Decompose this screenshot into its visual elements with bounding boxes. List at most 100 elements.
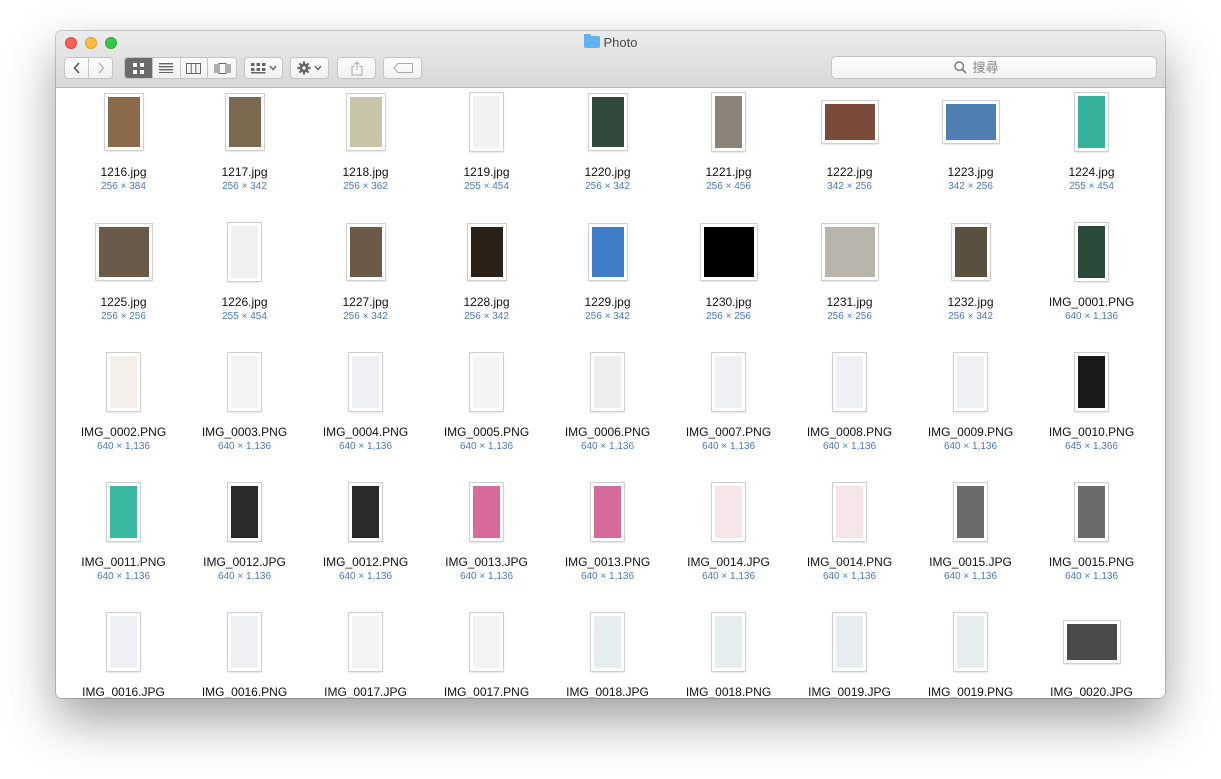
search-input[interactable] [970,59,1035,76]
file-item[interactable]: 1222.jpg 342 × 256 [789,88,910,218]
forward-button[interactable] [88,57,113,79]
file-item[interactable]: IMG_0008.PNG 640 × 1,136 [789,348,910,478]
file-dimensions: 640 × 1,136 [822,441,877,452]
file-name: IMG_0019.JPG [808,685,891,698]
thumbnail-frame [305,92,426,152]
file-thumbnail [470,483,503,541]
share-button[interactable] [337,57,376,79]
file-item[interactable]: IMG_0001.PNG 640 × 1,136 [1031,218,1152,348]
file-thumbnail [470,613,503,671]
icon-view-button[interactable] [125,58,153,78]
thumbnail-frame [910,352,1031,412]
file-thumbnail [588,224,627,280]
file-dimensions: 256 × 256 [101,311,146,322]
file-item[interactable]: 1217.jpg 256 × 342 [184,88,305,218]
file-item[interactable]: IMG_0020.JPG [1031,608,1152,698]
thumbnail-frame [547,352,668,412]
tags-button[interactable] [383,57,422,79]
thumbnail-frame [184,612,305,672]
column-view-button[interactable] [180,58,209,78]
file-item[interactable]: IMG_0013.PNG 640 × 1,136 [547,478,668,608]
file-item[interactable]: 1228.jpg 256 × 342 [426,218,547,348]
file-item[interactable]: IMG_0013.JPG 640 × 1,136 [426,478,547,608]
file-name: IMG_0016.PNG [201,685,288,698]
file-dimensions: 256 × 256 [706,311,751,322]
file-item[interactable]: 1231.jpg 256 × 256 [789,218,910,348]
file-dimensions: 640 × 1,136 [822,571,877,582]
file-item[interactable]: 1232.jpg 256 × 342 [910,218,1031,348]
file-item[interactable]: 1226.jpg 255 × 454 [184,218,305,348]
thumbnail-frame [668,612,789,672]
file-item[interactable]: IMG_0015.JPG 640 × 1,136 [910,478,1031,608]
thumbnail-frame [1031,222,1152,282]
file-item[interactable]: 1221.jpg 256 × 456 [668,88,789,218]
action-button[interactable] [290,57,329,79]
file-thumbnail [1075,353,1108,411]
file-thumbnail [104,94,143,150]
file-item[interactable]: 1220.jpg 256 × 342 [547,88,668,218]
icon-view-icon [132,62,144,74]
file-item[interactable]: IMG_0019.JPG [789,608,910,698]
file-item[interactable]: 1216.jpg 256 × 384 [63,88,184,218]
file-dimensions: 342 × 256 [948,181,993,192]
thumbnail-frame [305,612,426,672]
file-item[interactable]: IMG_0005.PNG 640 × 1,136 [426,348,547,478]
thumbnail-frame [305,222,426,282]
file-item[interactable]: IMG_0012.JPG 640 × 1,136 [184,478,305,608]
list-view-icon [159,63,174,73]
file-item[interactable]: IMG_0016.JPG [63,608,184,698]
file-name: IMG_0009.PNG [927,425,1014,439]
file-item[interactable]: IMG_0006.PNG 640 × 1,136 [547,348,668,478]
file-item[interactable]: IMG_0009.PNG 640 × 1,136 [910,348,1031,478]
file-item[interactable]: IMG_0003.PNG 640 × 1,136 [184,348,305,478]
file-item[interactable]: IMG_0018.JPG [547,608,668,698]
file-item[interactable]: IMG_0007.PNG 640 × 1,136 [668,348,789,478]
file-item[interactable]: IMG_0002.PNG 640 × 1,136 [63,348,184,478]
file-thumbnail [821,224,878,280]
file-thumbnail [951,224,990,280]
file-name: 1226.jpg [221,295,268,309]
cover-flow-button[interactable] [208,58,236,78]
file-thumbnail [712,353,745,411]
file-item[interactable]: IMG_0017.PNG [426,608,547,698]
arrange-button[interactable] [244,57,283,79]
file-item[interactable]: IMG_0017.JPG [305,608,426,698]
thumbnail-frame [547,482,668,542]
back-button[interactable] [64,57,89,79]
file-item[interactable]: IMG_0010.PNG 645 × 1,366 [1031,348,1152,478]
file-item[interactable]: 1225.jpg 256 × 256 [63,218,184,348]
file-thumbnail [712,483,745,541]
file-item[interactable]: IMG_0004.PNG 640 × 1,136 [305,348,426,478]
file-thumbnail [470,93,503,151]
file-item[interactable]: 1223.jpg 342 × 256 [910,88,1031,218]
file-item[interactable]: IMG_0012.PNG 640 × 1,136 [305,478,426,608]
file-item[interactable]: 1224.jpg 255 × 454 [1031,88,1152,218]
file-item[interactable]: 1219.jpg 255 × 454 [426,88,547,218]
file-item[interactable]: 1229.jpg 256 × 342 [547,218,668,348]
file-item[interactable]: IMG_0011.PNG 640 × 1,136 [63,478,184,608]
search-field[interactable] [831,56,1157,79]
file-name: IMG_0012.PNG [322,555,409,569]
file-item[interactable]: IMG_0018.PNG [668,608,789,698]
file-thumbnail [225,94,264,150]
list-view-button[interactable] [152,58,181,78]
file-item[interactable]: IMG_0014.PNG 640 × 1,136 [789,478,910,608]
file-item[interactable]: IMG_0014.JPG 640 × 1,136 [668,478,789,608]
file-thumbnail [833,353,866,411]
thumbnail-frame [63,482,184,542]
file-name: 1220.jpg [584,165,631,179]
file-thumbnail [591,483,624,541]
file-name: IMG_0010.PNG [1048,425,1135,439]
gear-icon [297,61,311,75]
thumbnail-frame [63,612,184,672]
folder-icon [583,34,600,48]
thumbnail-frame [668,482,789,542]
file-item[interactable]: IMG_0016.PNG [184,608,305,698]
file-item[interactable]: IMG_0019.PNG [910,608,1031,698]
file-item[interactable]: 1218.jpg 256 × 362 [305,88,426,218]
file-name: IMG_0003.PNG [201,425,288,439]
file-item[interactable]: 1227.jpg 256 × 342 [305,218,426,348]
file-item[interactable]: 1230.jpg 256 × 256 [668,218,789,348]
file-name: 1229.jpg [584,295,631,309]
file-item[interactable]: IMG_0015.PNG 640 × 1,136 [1031,478,1152,608]
